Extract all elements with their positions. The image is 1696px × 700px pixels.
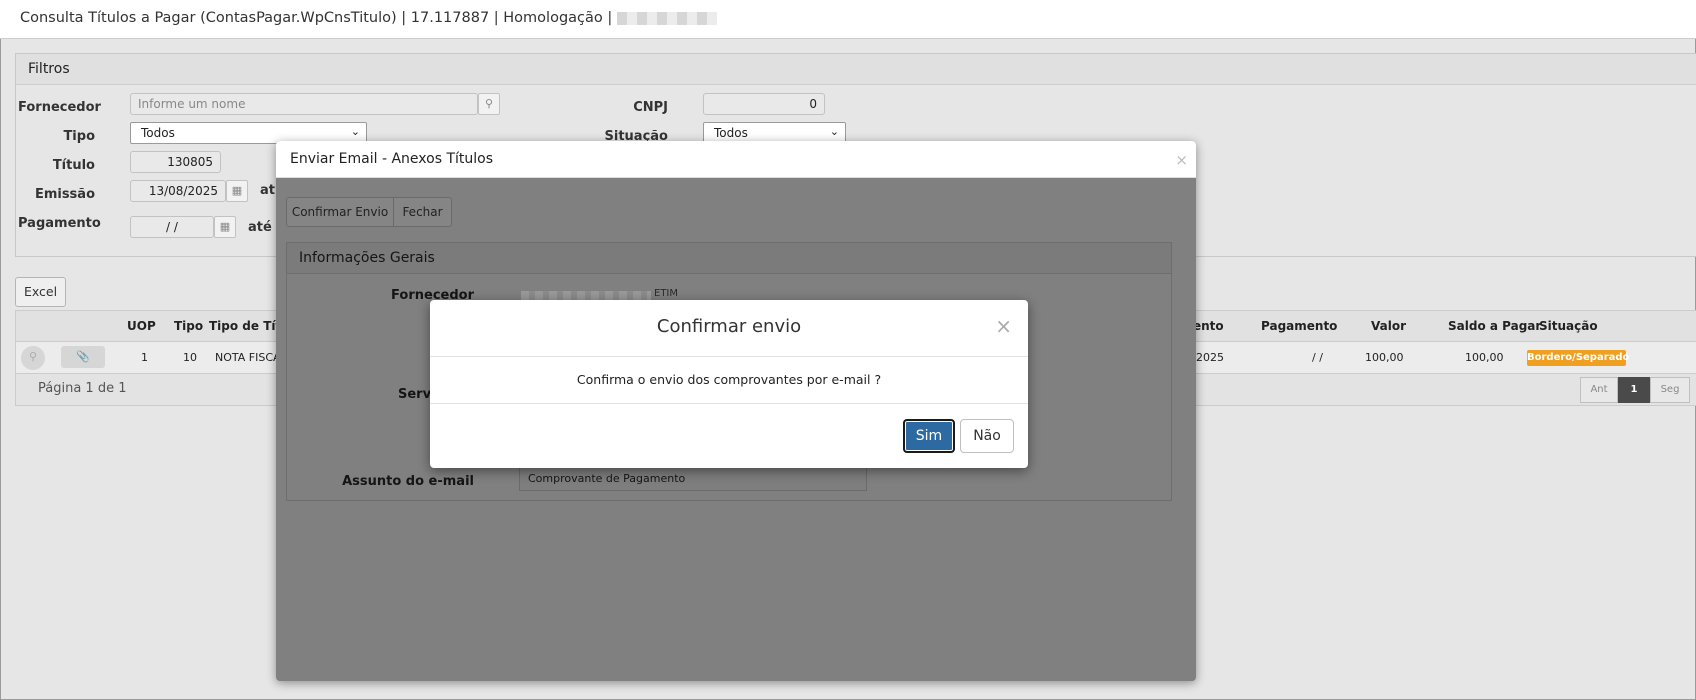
- cell-vencimento: 2025: [1196, 351, 1224, 364]
- close-icon[interactable]: ×: [995, 314, 1012, 338]
- cell-pagamento: / /: [1312, 351, 1323, 364]
- close-button[interactable]: Fechar: [393, 197, 452, 227]
- col-pagamento[interactable]: Pagamento: [1261, 319, 1337, 333]
- assunto-label: Assunto do e-mail: [342, 474, 474, 489]
- pagamento-label: Pagamento: [18, 216, 101, 231]
- pager-current[interactable]: 1: [1618, 377, 1650, 403]
- status-badge: Bordero/Separado: [1527, 350, 1629, 366]
- cell-valor: 100,00: [1365, 351, 1404, 364]
- cnpj-label: CNPJ: [633, 100, 668, 115]
- general-info-title: Informações Gerais: [299, 250, 435, 266]
- col-tipo[interactable]: Tipo: [174, 319, 203, 333]
- pager-prev[interactable]: Ant: [1580, 377, 1618, 403]
- col-saldo[interactable]: Saldo a Pagar: [1448, 319, 1541, 333]
- confirm-send-button[interactable]: Confirmar Envio: [286, 197, 394, 227]
- confirm-dialog-title: Confirmar envio: [656, 316, 802, 337]
- search-icon[interactable]: ⚲: [478, 93, 500, 115]
- chevron-down-icon: ⌄: [350, 125, 360, 138]
- general-info-header: Informações Gerais: [287, 243, 1171, 274]
- calendar-icon[interactable]: ▦: [214, 216, 236, 238]
- fornecedor-value-tail: ETIM: [654, 288, 679, 299]
- cnpj-input[interactable]: 0: [703, 93, 825, 115]
- col-vencimento[interactable]: ento: [1193, 319, 1224, 333]
- confirm-dialog-body: Confirma o envio dos comprovantes por e-…: [430, 357, 1028, 404]
- fornecedor-input[interactable]: Informe um nome: [130, 93, 478, 115]
- search-icon[interactable]: ⚲: [21, 346, 45, 370]
- confirm-message: Confirma o envio dos comprovantes por e-…: [576, 372, 882, 387]
- col-valor[interactable]: Valor: [1371, 319, 1406, 333]
- chevron-down-icon: ⌄: [829, 125, 839, 138]
- titulo-input[interactable]: 130805: [130, 151, 221, 173]
- pagamento-value: / /: [166, 220, 178, 234]
- cnpj-value: 0: [809, 97, 817, 111]
- col-situacao[interactable]: Situação: [1539, 319, 1598, 333]
- ate-label-1: at: [260, 183, 275, 198]
- page-info: Página 1 de 1: [38, 381, 127, 396]
- fornecedor-label: Fornecedor: [18, 100, 101, 115]
- emissao-value: 13/08/2025: [148, 184, 218, 198]
- titulo-label: Título: [52, 158, 95, 173]
- cell-saldo: 100,00: [1465, 351, 1504, 364]
- assunto-input[interactable]: Comprovante de Pagamento: [519, 467, 867, 491]
- titulo-value: 130805: [167, 155, 213, 169]
- pager-next[interactable]: Seg: [1650, 377, 1690, 403]
- yes-button[interactable]: Sim: [903, 419, 955, 453]
- emissao-input[interactable]: 13/08/2025: [130, 180, 226, 202]
- window-title: Consulta Títulos a Pagar (ContasPagar.Wp…: [20, 10, 613, 26]
- cell-uop: 1: [141, 351, 148, 364]
- filters-header: Filtros: [16, 54, 1696, 85]
- col-uop[interactable]: UOP: [127, 319, 156, 333]
- confirm-dialog-header: Confirmar envio ×: [430, 300, 1028, 357]
- cell-tipo: 10: [183, 351, 197, 364]
- calendar-icon[interactable]: ▦: [226, 180, 248, 202]
- filters-heading: Filtros: [28, 61, 70, 77]
- no-button[interactable]: Não: [960, 419, 1014, 453]
- tipo-label: Tipo: [63, 129, 95, 144]
- pagamento-input[interactable]: / /: [130, 216, 214, 238]
- email-modal-header: Enviar Email - Anexos Títulos ×: [276, 141, 1196, 178]
- confirm-dialog: Confirmar envio × Confirma o envio dos c…: [430, 300, 1028, 468]
- emissao-label: Emissão: [34, 187, 95, 202]
- title-bar: Consulta Títulos a Pagar (ContasPagar.Wp…: [0, 0, 1696, 39]
- ate-label-2: até: [248, 220, 272, 235]
- tipo-value: Todos: [141, 126, 175, 140]
- excel-button[interactable]: Excel: [15, 277, 66, 307]
- close-icon[interactable]: ×: [1175, 151, 1188, 169]
- fornecedor-placeholder: Informe um nome: [138, 97, 246, 111]
- situacao-value: Todos: [714, 126, 748, 140]
- email-modal-title: Enviar Email - Anexos Títulos: [290, 151, 494, 167]
- attachment-icon[interactable]: 📎: [61, 346, 105, 368]
- assunto-value: Comprovante de Pagamento: [528, 472, 686, 485]
- redacted-text: [616, 11, 717, 25]
- cell-tipo-titulo: NOTA FISCA: [215, 351, 281, 364]
